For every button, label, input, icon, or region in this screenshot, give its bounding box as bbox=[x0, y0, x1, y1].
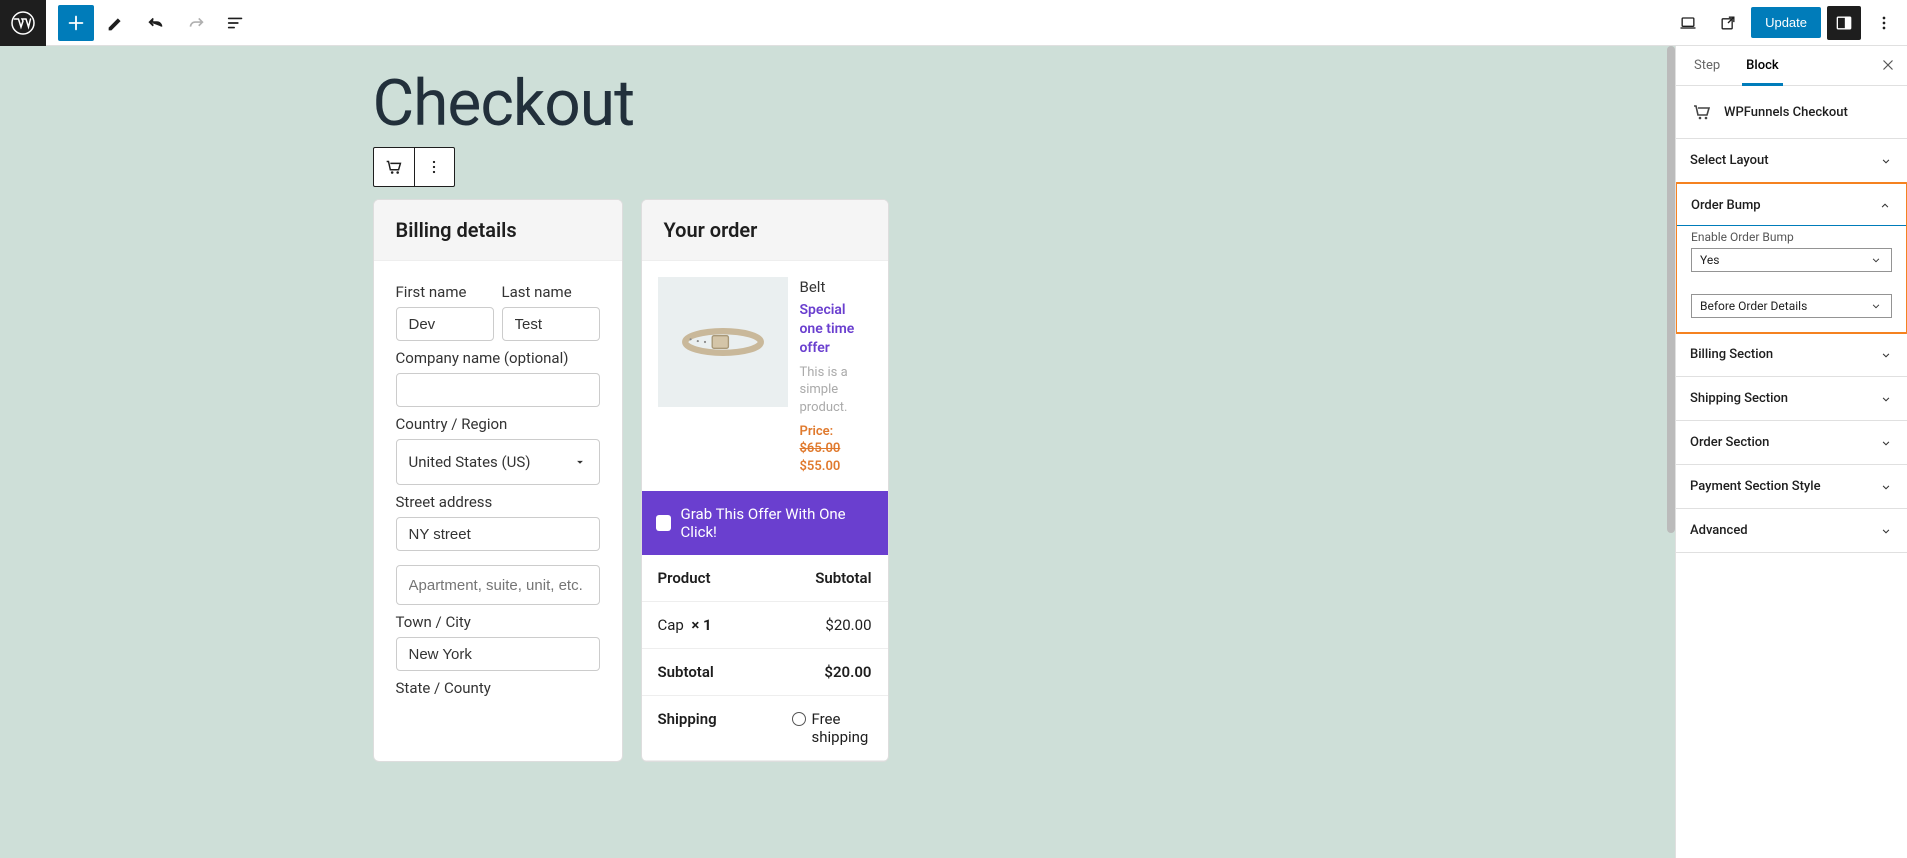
block-options-button[interactable] bbox=[414, 148, 454, 186]
subtotal-row: Subtotal $20.00 bbox=[642, 649, 888, 696]
laptop-icon bbox=[1678, 13, 1698, 33]
options-button[interactable] bbox=[1867, 6, 1901, 40]
cart-icon bbox=[1690, 100, 1714, 124]
block-name: WPFunnels Checkout bbox=[1724, 105, 1848, 120]
city-label: Town / City bbox=[396, 613, 600, 631]
chevron-up-icon bbox=[1878, 199, 1892, 213]
chevron-down-icon bbox=[1879, 154, 1893, 168]
belt-icon bbox=[678, 317, 768, 367]
plus-icon bbox=[65, 12, 87, 34]
chevron-down-icon bbox=[1879, 524, 1893, 538]
panel-billing-section[interactable]: Billing Section bbox=[1676, 333, 1907, 377]
last-name-label: Last name bbox=[502, 283, 600, 301]
redo-button[interactable] bbox=[178, 5, 214, 41]
sidebar-tabs: Step Block bbox=[1676, 46, 1907, 86]
panel-shipping-section[interactable]: Shipping Section bbox=[1676, 377, 1907, 421]
wordpress-icon bbox=[11, 11, 35, 35]
redo-icon bbox=[185, 12, 207, 34]
company-label: Company name (optional) bbox=[396, 349, 600, 367]
block-identity: WPFunnels Checkout bbox=[1676, 86, 1907, 139]
order-bump-box: Belt Special one time offer This is a si… bbox=[642, 261, 888, 491]
bump-description: This is a simple product. bbox=[800, 364, 872, 417]
shipping-option[interactable]: Free shipping bbox=[792, 710, 872, 746]
pencil-icon bbox=[105, 12, 127, 34]
street1-input[interactable] bbox=[396, 517, 600, 551]
street2-input[interactable] bbox=[396, 565, 600, 605]
company-input[interactable] bbox=[396, 373, 600, 407]
table-row: Cap × 1 $20.00 bbox=[642, 602, 888, 649]
view-button[interactable] bbox=[1671, 6, 1705, 40]
toolbar-right: Update bbox=[1671, 6, 1907, 40]
enable-bump-select[interactable]: Yes bbox=[1691, 248, 1892, 272]
top-toolbar: Update bbox=[0, 0, 1907, 46]
close-sidebar-button[interactable] bbox=[1879, 56, 1897, 78]
street-label: Street address bbox=[396, 493, 600, 511]
order-table: Product Subtotal Cap × 1 $20.00 Subtotal… bbox=[642, 555, 888, 761]
preview-button[interactable] bbox=[1711, 6, 1745, 40]
order-heading: Your order bbox=[642, 200, 888, 261]
panel-order-section[interactable]: Order Section bbox=[1676, 421, 1907, 465]
country-value: United States (US) bbox=[409, 453, 531, 471]
bump-offer-text: Special one time offer bbox=[800, 301, 872, 358]
undo-icon bbox=[145, 12, 167, 34]
undo-button[interactable] bbox=[138, 5, 174, 41]
dots-vertical-icon bbox=[1874, 13, 1894, 33]
block-type-button[interactable] bbox=[374, 148, 414, 186]
tab-block[interactable]: Block bbox=[1742, 46, 1782, 86]
state-label: State / County bbox=[396, 679, 600, 697]
add-block-button[interactable] bbox=[58, 5, 94, 41]
last-name-input[interactable] bbox=[502, 307, 600, 341]
close-icon bbox=[1879, 56, 1897, 74]
block-toolbar bbox=[373, 147, 455, 187]
settings-panel-toggle[interactable] bbox=[1827, 6, 1861, 40]
panel-select-layout[interactable]: Select Layout bbox=[1676, 139, 1907, 183]
shipping-row: Shipping Free shipping bbox=[642, 696, 888, 761]
city-input[interactable] bbox=[396, 637, 600, 671]
first-name-input[interactable] bbox=[396, 307, 494, 341]
bump-price: Price: $65.00 $55.00 bbox=[800, 423, 872, 476]
bump-checkbox[interactable] bbox=[656, 515, 671, 531]
first-name-label: First name bbox=[396, 283, 494, 301]
wordpress-logo[interactable] bbox=[0, 0, 46, 46]
radio-icon[interactable] bbox=[792, 712, 806, 726]
settings-sidebar: Step Block WPFunnels Checkout Select Lay… bbox=[1675, 46, 1907, 858]
product-header: Product bbox=[658, 569, 711, 587]
chevron-down-icon bbox=[1879, 436, 1893, 450]
panel-order-bump-highlighted: Order Bump Enable Order Bump Yes Before … bbox=[1675, 182, 1907, 334]
editor-canvas[interactable]: Checkout Billing details First name bbox=[0, 46, 1675, 858]
scrollbar[interactable] bbox=[1667, 46, 1675, 858]
enable-bump-label: Enable Order Bump bbox=[1691, 230, 1892, 244]
billing-card: Billing details First name Last name bbox=[373, 199, 623, 762]
subtotal-header: Subtotal bbox=[815, 569, 871, 587]
bump-position-select[interactable]: Before Order Details bbox=[1691, 294, 1892, 318]
tab-step[interactable]: Step bbox=[1690, 46, 1724, 86]
sidebar-icon bbox=[1834, 13, 1854, 33]
update-button[interactable]: Update bbox=[1751, 7, 1821, 38]
bump-cta-bar[interactable]: Grab This Offer With One Click! bbox=[642, 491, 888, 555]
edit-mode-button[interactable] bbox=[98, 5, 134, 41]
country-select[interactable]: United States (US) bbox=[396, 439, 600, 485]
chevron-down-icon bbox=[1879, 480, 1893, 494]
country-label: Country / Region bbox=[396, 415, 600, 433]
dots-vertical-icon bbox=[424, 157, 444, 177]
page-title[interactable]: Checkout bbox=[373, 66, 1303, 141]
external-link-icon bbox=[1718, 13, 1738, 33]
order-card: Your order Belt bbox=[641, 199, 889, 762]
chevron-down-icon bbox=[1869, 253, 1883, 267]
panel-advanced[interactable]: Advanced bbox=[1676, 509, 1907, 553]
toolbar-left bbox=[0, 0, 256, 45]
bump-product-name: Belt bbox=[800, 277, 872, 297]
bump-product-image bbox=[658, 277, 788, 407]
cart-icon bbox=[383, 156, 405, 178]
chevron-down-icon bbox=[1869, 299, 1883, 313]
panel-payment-section[interactable]: Payment Section Style bbox=[1676, 465, 1907, 509]
panel-order-bump[interactable]: Order Bump bbox=[1677, 184, 1906, 226]
billing-heading: Billing details bbox=[374, 200, 622, 261]
list-icon bbox=[225, 12, 247, 34]
bump-cta-text: Grab This Offer With One Click! bbox=[681, 505, 874, 541]
document-overview-button[interactable] bbox=[218, 5, 254, 41]
chevron-down-icon bbox=[573, 455, 587, 469]
chevron-down-icon bbox=[1879, 348, 1893, 362]
chevron-down-icon bbox=[1879, 392, 1893, 406]
